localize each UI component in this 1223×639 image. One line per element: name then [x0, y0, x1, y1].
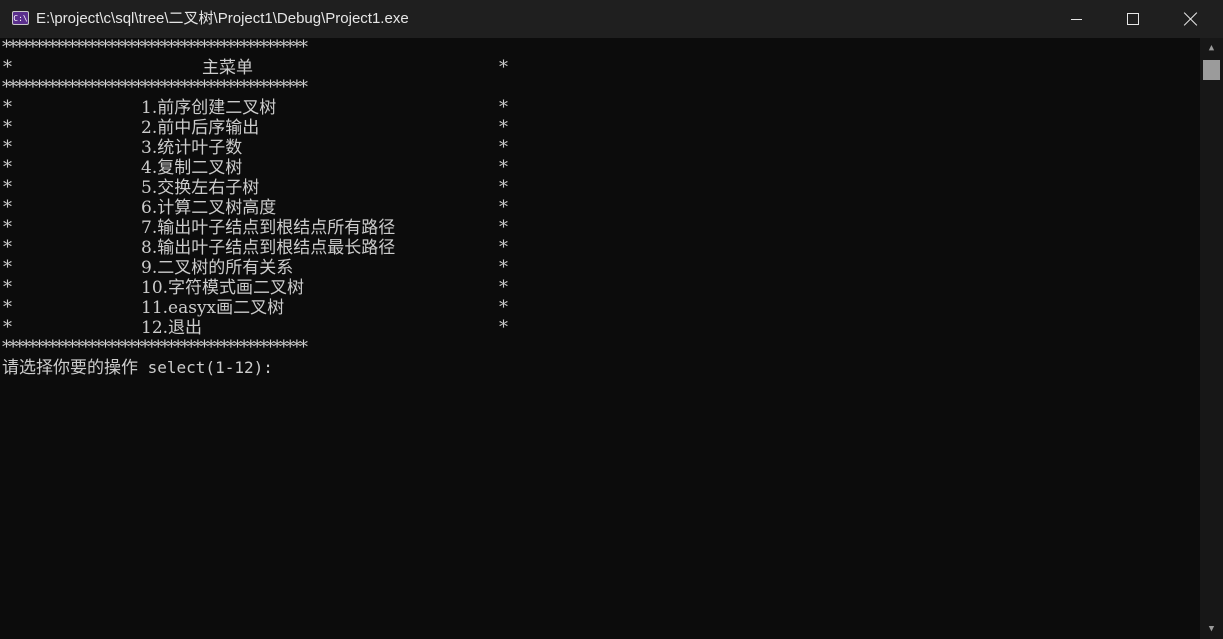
menu-border-star-left: * — [3, 197, 12, 218]
menu-border-star-right: * — [499, 117, 508, 138]
menu-border-star-right: * — [499, 197, 508, 218]
menu-border-star-left: * — [3, 117, 12, 138]
maximize-icon — [1127, 13, 1139, 25]
menu-item-label: 9.二叉树的所有关系 — [141, 258, 294, 278]
menu-item-label: 3.统计叶子数 — [141, 138, 243, 158]
menu-border-star-left: * — [3, 217, 12, 238]
maximize-button[interactable] — [1104, 0, 1162, 38]
menu-border-star-right: * — [499, 237, 508, 258]
prompt-select-text: select(1-12): — [138, 358, 273, 377]
menu-border-star-left: * — [3, 137, 12, 158]
menu-border-star-right: * — [499, 317, 508, 338]
scroll-up-arrow-icon[interactable]: ▲ — [1200, 38, 1223, 58]
menu-item-label: 1.前序创建二叉树 — [141, 98, 277, 118]
minimize-icon — [1071, 19, 1082, 20]
menu-border-star-right: * — [499, 277, 508, 298]
input-prompt: 请选择你要的操作 select(1-12): — [2, 358, 273, 378]
menu-border-bottom: ****************************************… — [2, 337, 308, 358]
menu-item-label: 10.字符模式画二叉树 — [141, 278, 305, 298]
menu-border-star-right: * — [499, 177, 508, 198]
menu-item: * 6.计算二叉树高度 * — [0, 197, 520, 219]
menu-item: * 10.字符模式画二叉树 * — [0, 277, 520, 299]
close-button[interactable] — [1162, 0, 1220, 38]
menu-border-star-left: * — [3, 57, 12, 78]
menu-item: * 2.前中后序输出 * — [0, 117, 520, 139]
menu-border-star-left: * — [3, 317, 12, 338]
menu-item: * 8.输出叶子结点到根结点最长路径 * — [0, 237, 520, 259]
menu-border-header: ****************************************… — [2, 77, 308, 98]
menu-border-star-left: * — [3, 157, 12, 178]
menu-border-star-left: * — [3, 297, 12, 318]
prompt-chinese-text: 请选择你要的操作 — [2, 358, 138, 378]
menu-item-label: 2.前中后序输出 — [141, 118, 260, 138]
vertical-scrollbar[interactable]: ▲ ▼ — [1200, 38, 1223, 639]
menu-border-star-right: * — [499, 157, 508, 178]
menu-border-star-right: * — [499, 217, 508, 238]
menu-border-star-left: * — [3, 177, 12, 198]
menu-border-star-right: * — [499, 257, 508, 278]
menu-border-star-left: * — [3, 97, 12, 118]
scroll-thumb[interactable] — [1203, 60, 1220, 80]
menu-item: * 4.复制二叉树 * — [0, 157, 520, 179]
scroll-down-arrow-icon[interactable]: ▼ — [1200, 619, 1223, 639]
console-app-icon[interactable]: C:\ — [12, 11, 29, 25]
menu-item-label: 12.退出 — [141, 318, 203, 338]
menu-item: * 12.退出 * — [0, 317, 520, 339]
menu-item: * 11.easyx画二叉树 * — [0, 297, 520, 319]
menu-item-label: 6.计算二叉树高度 — [141, 198, 277, 218]
menu-border-star-right: * — [499, 57, 508, 78]
menu-border-star-right: * — [499, 97, 508, 118]
menu-item-label: 11.easyx画二叉树 — [141, 298, 285, 318]
console-window: C:\ E:\project\c\sql\tree\二叉树\Project1\D… — [0, 0, 1223, 639]
menu-border-star-left: * — [3, 277, 12, 298]
menu-border-star-right: * — [499, 297, 508, 318]
menu-border-star-left: * — [3, 257, 12, 278]
close-icon — [1184, 12, 1198, 26]
menu-item-label: 8.输出叶子结点到根结点最长路径 — [141, 238, 396, 258]
title-bar[interactable]: C:\ E:\project\c\sql\tree\二叉树\Project1\D… — [0, 0, 1223, 38]
menu-item: * 1.前序创建二叉树 * — [0, 97, 520, 119]
menu-item: * 5.交换左右子树 * — [0, 177, 520, 199]
menu-border-top: ****************************************… — [2, 38, 308, 58]
window-title: E:\project\c\sql\tree\二叉树\Project1\Debug… — [36, 10, 409, 27]
menu-item-label: 4.复制二叉树 — [141, 158, 243, 178]
menu-header-row: * 主菜单 * — [0, 57, 520, 79]
menu-title: 主菜单 — [202, 58, 253, 78]
menu-item: * 7.输出叶子结点到根结点所有路径 * — [0, 217, 520, 239]
minimize-button[interactable] — [1048, 0, 1106, 38]
menu-item: * 3.统计叶子数 * — [0, 137, 520, 159]
menu-item-label: 5.交换左右子树 — [141, 178, 260, 198]
menu-item: * 9.二叉树的所有关系 * — [0, 257, 520, 279]
menu-border-star-left: * — [3, 237, 12, 258]
menu-border-star-right: * — [499, 137, 508, 158]
console-output[interactable]: ****************************************… — [0, 38, 1200, 639]
menu-item-label: 7.输出叶子结点到根结点所有路径 — [141, 218, 396, 238]
